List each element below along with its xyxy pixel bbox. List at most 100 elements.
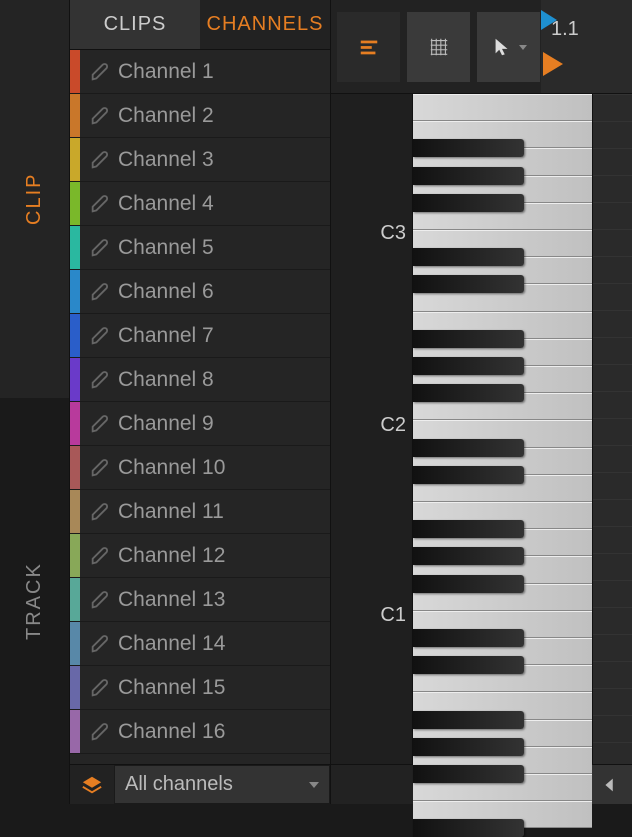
- channel-name: Channel 7: [118, 324, 214, 348]
- channel-row[interactable]: Channel 14: [70, 622, 330, 666]
- channel-row[interactable]: Channel 11: [70, 490, 330, 534]
- channel-row[interactable]: Channel 7: [70, 314, 330, 358]
- channel-row[interactable]: Channel 3: [70, 138, 330, 182]
- channel-name: Channel 3: [118, 148, 214, 172]
- piano-black-key[interactable]: [413, 765, 524, 783]
- piano-black-key[interactable]: [413, 575, 524, 593]
- channel-row[interactable]: Channel 6: [70, 270, 330, 314]
- channel-panel: CLIPS CHANNELS Channel 1Channel 2Channel…: [70, 0, 330, 804]
- channel-color-swatch: [70, 622, 80, 665]
- channel-row[interactable]: Channel 8: [70, 358, 330, 402]
- piano-black-key[interactable]: [413, 139, 524, 157]
- channel-name: Channel 9: [118, 412, 214, 436]
- channel-row[interactable]: Channel 5: [70, 226, 330, 270]
- channel-color-swatch: [70, 710, 80, 753]
- piano-black-key[interactable]: [413, 819, 524, 837]
- piano-black-key[interactable]: [413, 738, 524, 756]
- rename-icon[interactable]: [86, 369, 114, 391]
- piano-black-key[interactable]: [413, 711, 524, 729]
- channel-name: Channel 11: [118, 500, 224, 524]
- channel-color-swatch: [70, 534, 80, 577]
- tab-channels[interactable]: CHANNELS: [200, 0, 330, 49]
- tab-clips[interactable]: CLIPS: [70, 0, 200, 49]
- rename-icon[interactable]: [86, 589, 114, 611]
- rename-icon[interactable]: [86, 633, 114, 655]
- piano-black-key[interactable]: [413, 439, 524, 457]
- filter-bar: All channels: [70, 764, 330, 804]
- channel-color-swatch: [70, 446, 80, 489]
- channel-list: Channel 1 Channel 2 Channel 3 Channel 4 Chan…: [70, 50, 330, 764]
- piano-black-key[interactable]: [413, 330, 524, 348]
- channel-name: Channel 2: [118, 104, 214, 128]
- octave-label: C1: [380, 604, 406, 627]
- channel-row[interactable]: Channel 13: [70, 578, 330, 622]
- piano-roll: C3 C2 C1: [331, 94, 632, 764]
- chevron-down-icon: [309, 782, 319, 788]
- piano-black-key[interactable]: [413, 466, 524, 484]
- channel-row[interactable]: Channel 1: [70, 50, 330, 94]
- rename-icon[interactable]: [86, 457, 114, 479]
- piano-black-key[interactable]: [413, 547, 524, 565]
- rename-icon[interactable]: [86, 193, 114, 215]
- octave-label: C3: [380, 222, 406, 245]
- rename-icon[interactable]: [86, 105, 114, 127]
- loop-marker-icon: [543, 52, 563, 76]
- channel-color-swatch: [70, 402, 80, 445]
- channel-color-swatch: [70, 358, 80, 401]
- piano-black-key[interactable]: [413, 629, 524, 647]
- dropdown-label: All channels: [125, 773, 233, 796]
- channel-color-swatch: [70, 50, 80, 93]
- tabs: CLIPS CHANNELS: [70, 0, 330, 50]
- channel-color-swatch: [70, 182, 80, 225]
- piano-black-key[interactable]: [413, 248, 524, 266]
- piano-black-key[interactable]: [413, 520, 524, 538]
- rename-icon[interactable]: [86, 413, 114, 435]
- channel-name: Channel 12: [118, 544, 225, 568]
- piano-keys[interactable]: [413, 94, 592, 764]
- piano-black-key[interactable]: [413, 384, 524, 402]
- channel-row[interactable]: Channel 9: [70, 402, 330, 446]
- channel-row[interactable]: Channel 4: [70, 182, 330, 226]
- rename-icon[interactable]: [86, 237, 114, 259]
- tool-grid[interactable]: [407, 12, 471, 82]
- rename-icon[interactable]: [86, 501, 114, 523]
- piano-white-key[interactable]: [413, 94, 592, 121]
- rename-icon[interactable]: [86, 545, 114, 567]
- channel-name: Channel 13: [118, 588, 225, 612]
- rename-icon[interactable]: [86, 61, 114, 83]
- channel-row[interactable]: Channel 12: [70, 534, 330, 578]
- channel-name: Channel 5: [118, 236, 214, 260]
- octave-label: C2: [380, 414, 406, 437]
- rename-icon[interactable]: [86, 149, 114, 171]
- tool-pointer[interactable]: [477, 12, 541, 82]
- channel-row[interactable]: Channel 10: [70, 446, 330, 490]
- tool-note-edit[interactable]: [337, 12, 401, 82]
- timeline-ruler[interactable]: 1.1: [541, 0, 632, 93]
- channel-row[interactable]: Channel 2: [70, 94, 330, 138]
- rename-icon[interactable]: [86, 677, 114, 699]
- piano-black-key[interactable]: [413, 656, 524, 674]
- rename-icon[interactable]: [86, 721, 114, 743]
- rename-icon[interactable]: [86, 281, 114, 303]
- channel-name: Channel 16: [118, 720, 225, 744]
- channel-name: Channel 10: [118, 456, 225, 480]
- channel-name: Channel 1: [118, 60, 214, 84]
- channel-row[interactable]: Channel 16: [70, 710, 330, 754]
- section-label-track[interactable]: TRACK: [0, 398, 69, 804]
- section-label-clip[interactable]: CLIP: [0, 0, 69, 398]
- piano-black-key[interactable]: [413, 275, 524, 293]
- channel-row[interactable]: Channel 15: [70, 666, 330, 710]
- tool-prev-icon[interactable]: [586, 765, 632, 804]
- layers-icon[interactable]: [70, 765, 114, 804]
- chevron-down-icon: [519, 45, 527, 50]
- rename-icon[interactable]: [86, 325, 114, 347]
- channel-filter-dropdown[interactable]: All channels: [114, 765, 330, 804]
- position-label: 1.1: [551, 18, 579, 41]
- piano-black-key[interactable]: [413, 167, 524, 185]
- channel-color-swatch: [70, 578, 80, 621]
- note-label-gutter: C3 C2 C1: [331, 94, 413, 764]
- channel-color-swatch: [70, 666, 80, 709]
- piano-black-key[interactable]: [413, 194, 524, 212]
- note-grid[interactable]: [592, 94, 632, 764]
- piano-black-key[interactable]: [413, 357, 524, 375]
